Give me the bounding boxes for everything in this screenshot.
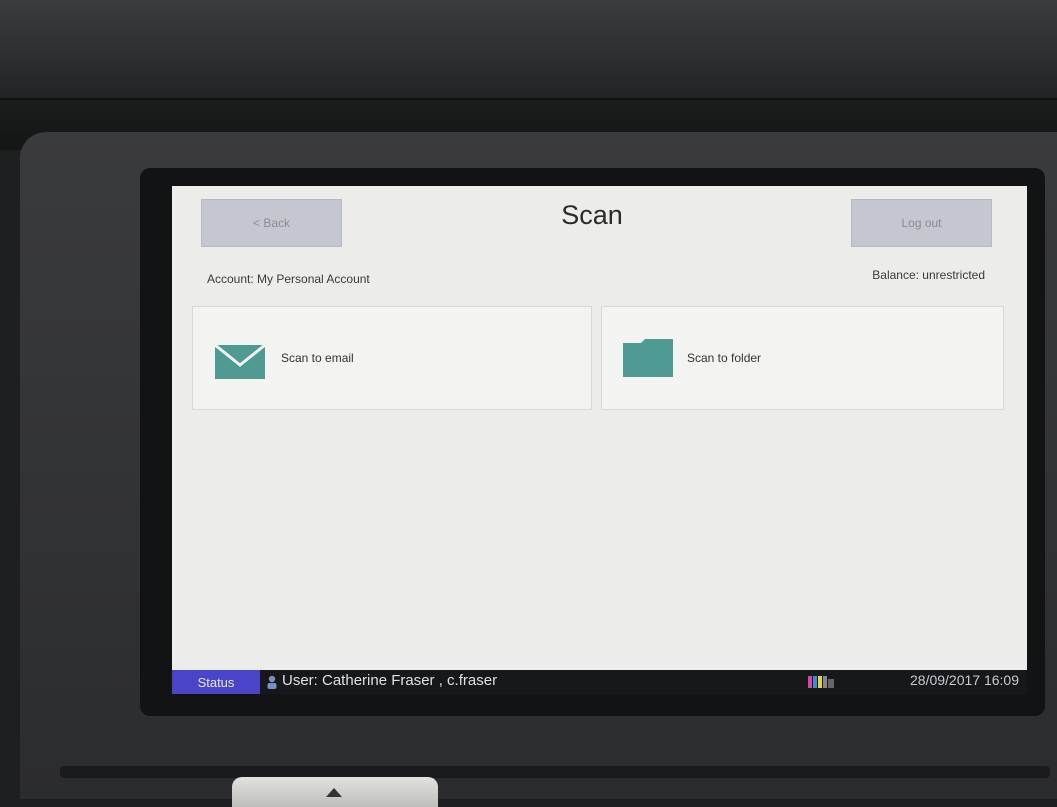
- scan-to-folder-tile[interactable]: Scan to folder: [601, 306, 1004, 410]
- touch-screen: < Back Scan Log out Account: My Personal…: [172, 186, 1027, 694]
- date-time: 28/09/2017 16:09: [910, 672, 1019, 688]
- balance-label: Balance: unrestricted: [872, 268, 985, 282]
- status-button[interactable]: Status: [172, 670, 260, 694]
- panel-ledge: [60, 766, 1050, 778]
- page-title: Scan: [561, 200, 623, 230]
- logout-button[interactable]: Log out: [851, 199, 992, 247]
- scanner-lid: [0, 0, 1057, 100]
- scan-to-folder-label: Scan to folder: [687, 351, 762, 365]
- up-arrow-icon: [326, 788, 342, 797]
- scan-to-email-label: Scan to email: [281, 351, 354, 365]
- folder-icon: [623, 339, 673, 377]
- toner-level-icon: [808, 676, 834, 688]
- back-button[interactable]: < Back: [201, 199, 342, 247]
- user-icon: [267, 675, 277, 689]
- account-label: Account: My Personal Account: [207, 272, 370, 286]
- status-bar: Status User: Catherine Fraser , c.fraser…: [172, 670, 1027, 694]
- scan-to-email-tile[interactable]: Scan to email: [192, 306, 592, 410]
- envelope-icon: [215, 345, 265, 379]
- current-user: User: Catherine Fraser , c.fraser: [282, 672, 498, 689]
